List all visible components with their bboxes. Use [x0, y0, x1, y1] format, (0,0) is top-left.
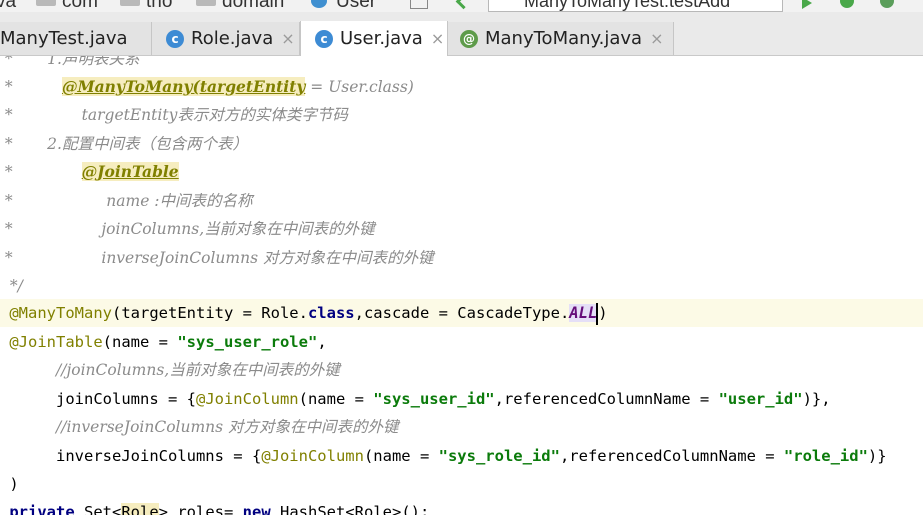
code-line: * @ManyToMany(targetEntity = User.class) — [0, 77, 414, 96]
class-icon: c — [315, 29, 333, 48]
tab-label: ManyTest.java — [0, 28, 128, 49]
structure-icon[interactable] — [410, 0, 428, 9]
class-icon — [311, 0, 327, 8]
code-line: private Set<Role> roles= new HashSet<Rol… — [0, 498, 923, 515]
annotation-icon: @ — [460, 29, 478, 48]
code-line: inverseJoinColumns = {@JoinColumn(name =… — [56, 447, 887, 465]
tab-label: ManyToMany.java — [485, 28, 643, 49]
code-line: * 1.声明表关系 — [0, 56, 140, 68]
class-icon: c — [166, 29, 184, 48]
close-icon[interactable]: × — [431, 29, 444, 48]
annotation-highlight: @JoinTable — [81, 162, 179, 181]
coverage-icon[interactable] — [880, 0, 894, 8]
code-line: joinColumns = {@JoinColumn(name = "sys_u… — [56, 390, 831, 408]
code-line: * joinColumns,当前对象在中间表的外键 — [0, 220, 375, 238]
folder-icon — [36, 0, 56, 6]
code-line: //joinColumns,当前对象在中间表的外键 — [56, 361, 340, 379]
code-editor[interactable]: * 1.声明表关系 * @ManyToMany(targetEntity = U… — [0, 56, 923, 515]
code-line: //inverseJoinColumns 对方对象在中间表的外键 — [56, 418, 399, 436]
close-icon[interactable]: × — [650, 29, 663, 48]
breadcrumb-project[interactable]: va — [0, 0, 16, 12]
code-line: * 2.配置中间表（包含两个表） — [0, 135, 248, 153]
folder-icon — [196, 0, 216, 6]
current-code-line: @ManyToMany(targetEntity = Role.class,ca… — [0, 299, 923, 327]
breadcrumb-package[interactable]: tho — [146, 0, 172, 12]
code-line: @JoinTable(name = "sys_user_role", — [9, 333, 327, 351]
debug-icon[interactable] — [840, 0, 854, 8]
navigation-bar: va com tho domain User ManyToManyTest.te… — [0, 0, 923, 12]
code-line: * inverseJoinColumns 对方对象在中间表的外键 — [0, 249, 434, 267]
close-icon[interactable]: × — [281, 29, 294, 48]
tab-role[interactable]: c Role.java × — [152, 22, 300, 55]
annotation-highlight: @ManyToMany(targetEntity — [61, 77, 306, 96]
code-line: ) — [9, 475, 19, 493]
tab-manytomany[interactable]: @ ManyToMany.java × — [448, 22, 674, 55]
code-line: * name :中间表的名称 — [0, 192, 253, 210]
tab-label: Role.java — [191, 28, 274, 49]
folder-icon — [120, 0, 140, 6]
editor-tab-bar: ManyTest.java c Role.java × c User.java … — [0, 12, 923, 56]
tab-user[interactable]: c User.java × — [300, 21, 448, 56]
breadcrumb-class[interactable]: User — [336, 0, 376, 12]
run-icon[interactable] — [802, 0, 812, 9]
breadcrumb-domain[interactable]: domain — [222, 0, 284, 12]
code-line: */ — [0, 277, 23, 295]
back-arrow-icon[interactable] — [455, 0, 472, 10]
code-line: * targetEntity表示对方的实体类字节码 — [0, 106, 348, 124]
breadcrumb-com[interactable]: com — [62, 0, 98, 12]
tab-manytest[interactable]: ManyTest.java — [0, 22, 152, 55]
run-configuration-label: ManyToManyTest.testAdd — [524, 0, 731, 11]
code-line: * @JoinTable — [0, 162, 179, 181]
tab-label: User.java — [340, 28, 423, 49]
